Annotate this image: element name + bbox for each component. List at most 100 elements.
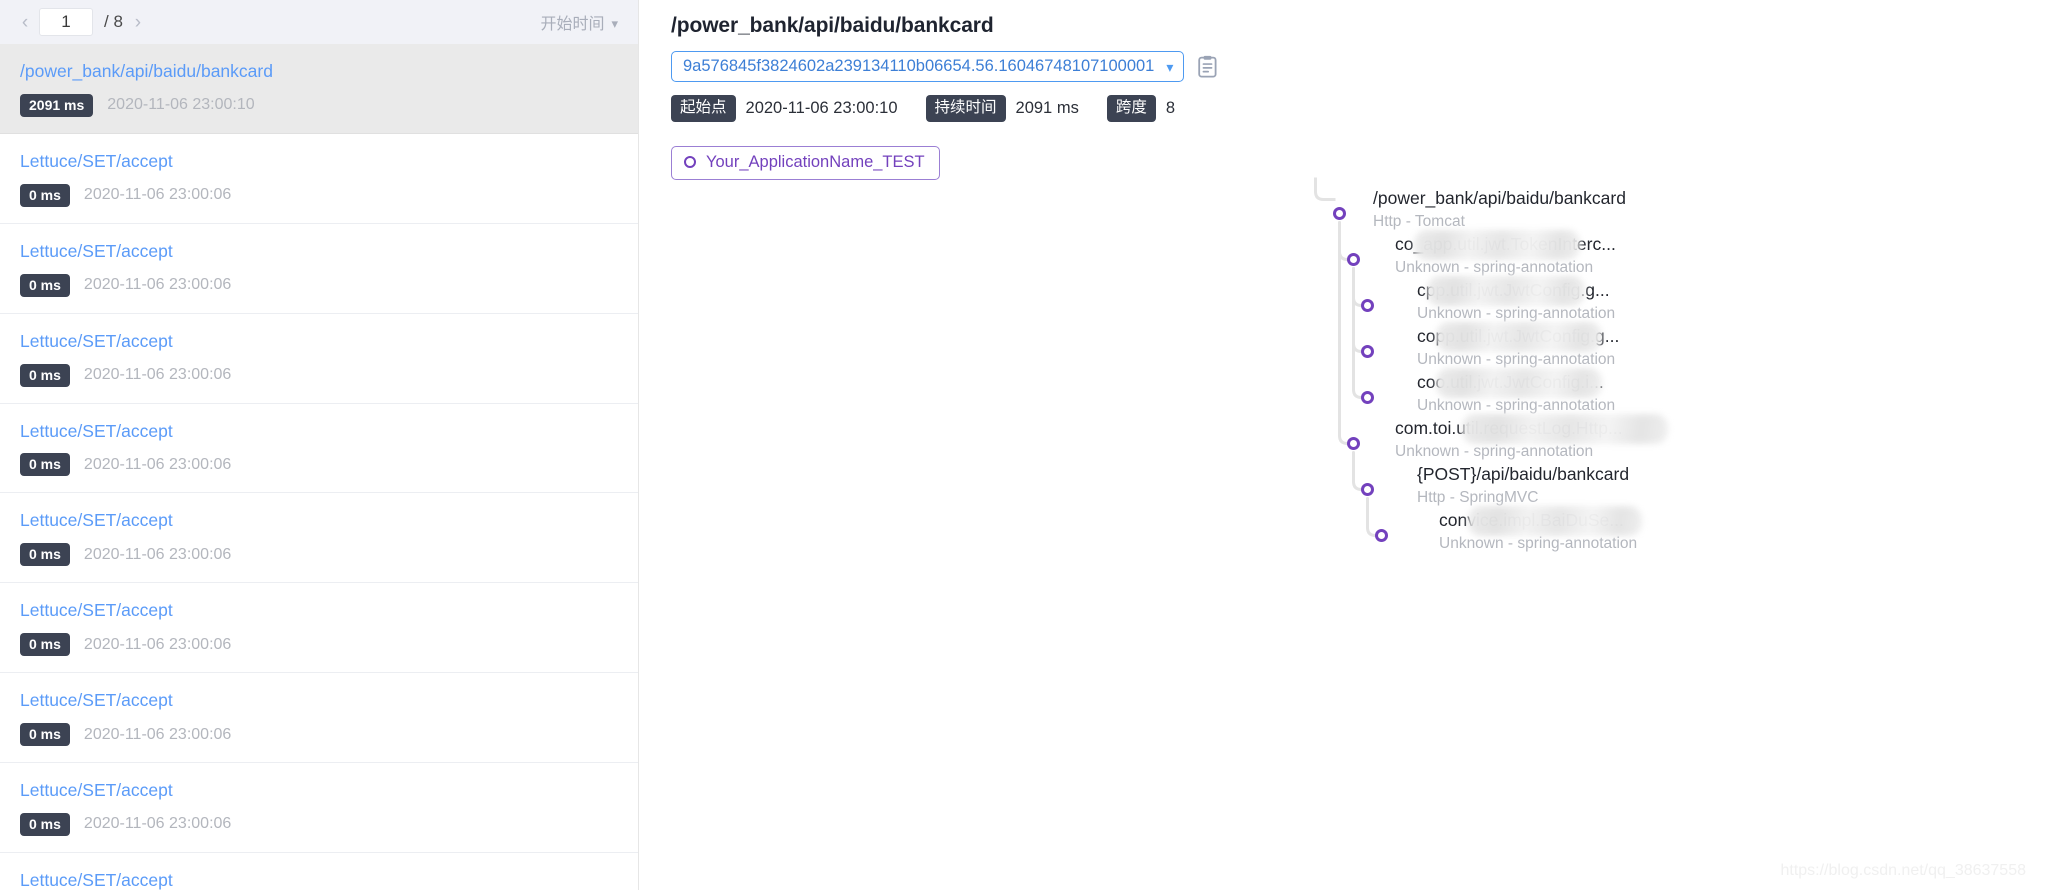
span-node-dot[interactable]: [1347, 253, 1360, 266]
span-node-dot[interactable]: [1347, 437, 1360, 450]
trace-item-name[interactable]: Lettuce/SET/accept: [20, 510, 638, 532]
span-count-tag: 跨度: [1106, 95, 1156, 122]
trace-id-select[interactable]: 9a576845f3824602a239134110b06654.56.1604…: [671, 51, 1185, 82]
redaction-blur: [1467, 506, 1642, 536]
trace-detail-panel: /power_bank/api/baidu/bankcard 9a576845f…: [639, 0, 2056, 890]
trace-item-name[interactable]: Lettuce/SET/accept: [20, 780, 638, 802]
tree-connector-lines: [1314, 177, 1376, 537]
trace-item-name[interactable]: Lettuce/SET/accept: [20, 331, 638, 353]
trace-item-timestamp: 2020-11-06 23:00:06: [83, 635, 232, 653]
redaction-blur: [1462, 414, 1669, 444]
chevron-right-icon[interactable]: ›: [127, 8, 149, 36]
trace-item-timestamp: 2020-11-06 23:00:06: [83, 186, 232, 204]
trace-id-value: 9a576845f3824602a239134110b06654.56.1604…: [683, 57, 1155, 75]
span-node-dot[interactable]: [1361, 483, 1374, 496]
trace-item-name[interactable]: Lettuce/SET/accept: [20, 421, 638, 443]
span-node-dot[interactable]: [1361, 299, 1374, 312]
span-node-dot[interactable]: [1333, 207, 1346, 220]
span-title[interactable]: {POST}/api/baidu/bankcard: [1417, 465, 1629, 484]
duration-badge: 0 ms: [20, 543, 70, 567]
span-subtitle: Unknown - spring-annotation: [1417, 305, 1616, 322]
service-filter-chip[interactable]: Your_ApplicationName_TEST: [671, 145, 940, 180]
trace-item-name[interactable]: Lettuce/SET/accept: [20, 870, 638, 890]
trace-item-name[interactable]: Lettuce/SET/accept: [20, 241, 638, 263]
span-title[interactable]: /power_bank/api/baidu/bankcard: [1373, 189, 1626, 208]
total-pages-label: / 8: [104, 12, 123, 31]
span-subtitle: Http - SpringMVC: [1417, 489, 1539, 506]
span-title-prefix: co: [1417, 326, 1436, 346]
span-title-prefix: co: [1395, 234, 1414, 254]
trace-list-item[interactable]: Lettuce/SET/accept 0 ms2020-11-06 23:00:0…: [0, 133, 638, 224]
trace-item-meta: 0 ms 2020-11-06 23:00:06: [20, 363, 638, 387]
trace-item-name[interactable]: Lettuce/SET/accept: [20, 690, 638, 712]
skywalking-trace-view: ‹ 1 / 8 › 开始时间 ▾ /power_bank/api/baidu/b…: [0, 0, 2056, 890]
duration-badge: 0 ms: [20, 633, 70, 657]
start-time-value: 2020-11-06 23:00:10: [745, 98, 898, 117]
chevron-left-icon[interactable]: ‹: [14, 8, 36, 36]
trace-list-item[interactable]: Lettuce/SET/accept 0 ms2020-11-06 23:00:0…: [0, 313, 638, 404]
span-subtitle: Unknown - spring-annotation: [1395, 259, 1594, 276]
trace-item-timestamp: 2020-11-06 23:00:06: [83, 455, 232, 473]
trace-item-timestamp: 2020-11-06 23:00:06: [83, 815, 232, 833]
span-title-prefix: c: [1417, 280, 1426, 300]
duration-badge: 0 ms: [20, 723, 70, 746]
trace-item-timestamp: 2020-11-06 23:00:10: [107, 96, 255, 114]
span-subtitle: Unknown - spring-annotation: [1417, 351, 1616, 368]
trace-item-name[interactable]: Lettuce/SET/accept: [20, 151, 638, 173]
span-subtitle: Unknown - spring-annotation: [1395, 443, 1594, 460]
trace-item-name[interactable]: Lettuce/SET/accept: [20, 600, 638, 622]
span-node-dot[interactable]: [1375, 529, 1388, 542]
trace-item-timestamp: 2020-11-06 23:00:06: [83, 276, 232, 294]
trace-summary-row: 起始点 2020-11-06 23:00:10 持续时间 2091 ms 跨度 …: [671, 95, 2056, 122]
trace-list-item[interactable]: Lettuce/SET/accept 0 ms 2020-11-06 23:00:0…: [0, 403, 638, 494]
pagination-bar: ‹ 1 / 8 › 开始时间 ▾: [0, 0, 638, 44]
span-node-dot[interactable]: [1361, 391, 1374, 404]
redaction-blur: [1436, 322, 1603, 352]
span-title-prefix: com.toi: [1395, 418, 1452, 438]
duration-badge: 2091 ms: [20, 93, 94, 117]
service-name-label: Your_ApplicationName_TEST: [706, 152, 925, 171]
trace-item-meta: 0 ms 2020-11-06 23:00:06: [20, 723, 638, 746]
trace-item-timestamp: 2020-11-06 23:00:06: [83, 725, 232, 743]
trace-detail-header: /power_bank/api/baidu/bankcard 9a576845f…: [639, 0, 2056, 122]
trace-list-item[interactable]: Lettuce/SET/accept 0 ms2020-11-06 23:00:0…: [0, 763, 638, 853]
duration-tag: 持续时间: [925, 95, 1006, 122]
span-title-prefix: con: [1439, 510, 1468, 530]
trace-item-name[interactable]: /power_bank/api/baidu/bankcard: [20, 61, 638, 83]
chevron-down-icon: ▾: [1166, 58, 1174, 75]
start-time-tag: 起始点: [671, 95, 736, 122]
redaction-blur: [1436, 368, 1603, 398]
duration-badge: 0 ms: [20, 453, 70, 477]
span-node-dot[interactable]: [1361, 345, 1374, 358]
sort-by-start-time-dropdown[interactable]: 开始时间 ▾: [540, 10, 620, 34]
trace-list-item[interactable]: Lettuce/SET/accept 0 ms 2020-11-06 23:00:0…: [0, 583, 638, 674]
page-number-input[interactable]: 1: [39, 8, 93, 36]
trace-list-item[interactable]: /power_bank/api/baidu/bankcard 2091 ms 202…: [0, 44, 638, 134]
trace-item-meta: 0 ms 2020-11-06 23:00:06: [20, 812, 638, 836]
watermark: https://blog.csdn.net/qq_38637558: [1780, 862, 2026, 879]
trace-item-meta: 0 ms 2020-11-06 23:00:06: [20, 273, 638, 297]
trace-id-row: 9a576845f3824602a239134110b06654.56.1604…: [671, 51, 2056, 82]
trace-list-item[interactable]: Lettuce/SET/accept 0 ms 2020-11-06 23:00:0…: [0, 493, 638, 584]
redaction-blur: [1426, 276, 1585, 306]
duration-badge: 0 ms: [20, 363, 70, 387]
redaction-blur: [1414, 230, 1581, 260]
duration-value: 2091 ms: [1015, 98, 1079, 117]
span-count-value: 8: [1165, 98, 1176, 117]
trace-item-meta: 0 ms 2020-11-06 23:00:06: [20, 633, 638, 657]
sort-dropdown-label: 开始时间: [540, 16, 605, 33]
trace-list-item[interactable]: Lettuce/SET/accept 0 ms2020-11-06 23:00:0…: [0, 223, 638, 314]
span-title-prefix: co: [1417, 372, 1436, 392]
trace-item-timestamp: 2020-11-06 23:00:06: [83, 545, 232, 563]
trace-list[interactable]: /power_bank/api/baidu/bankcard 2091 ms 202…: [0, 44, 638, 890]
trace-item-meta: 0 ms 2020-11-06 23:00:06: [20, 453, 638, 477]
clipboard-copy-icon[interactable]: [1198, 55, 1217, 78]
trace-list-item[interactable]: Lettuce/SET/accept 0 ms 2020-11-06 23:00:0…: [0, 673, 638, 763]
trace-item-meta: 2091 ms 2020-11-06 23:00:10: [20, 93, 638, 117]
trace-item-meta: 0 ms 2020-11-06 23:00:06: [20, 543, 638, 567]
trace-item-meta: 0 ms 2020-11-06 23:00:06: [20, 183, 638, 207]
service-legend-row: Your_ApplicationName_TEST: [639, 145, 2056, 180]
trace-list-item[interactable]: Lettuce/SET/accept0 ms2020-11-06 23:00:0…: [0, 852, 638, 890]
chevron-down-icon: ▾: [611, 15, 618, 31]
page-title: /power_bank/api/baidu/bankcard: [671, 14, 994, 37]
